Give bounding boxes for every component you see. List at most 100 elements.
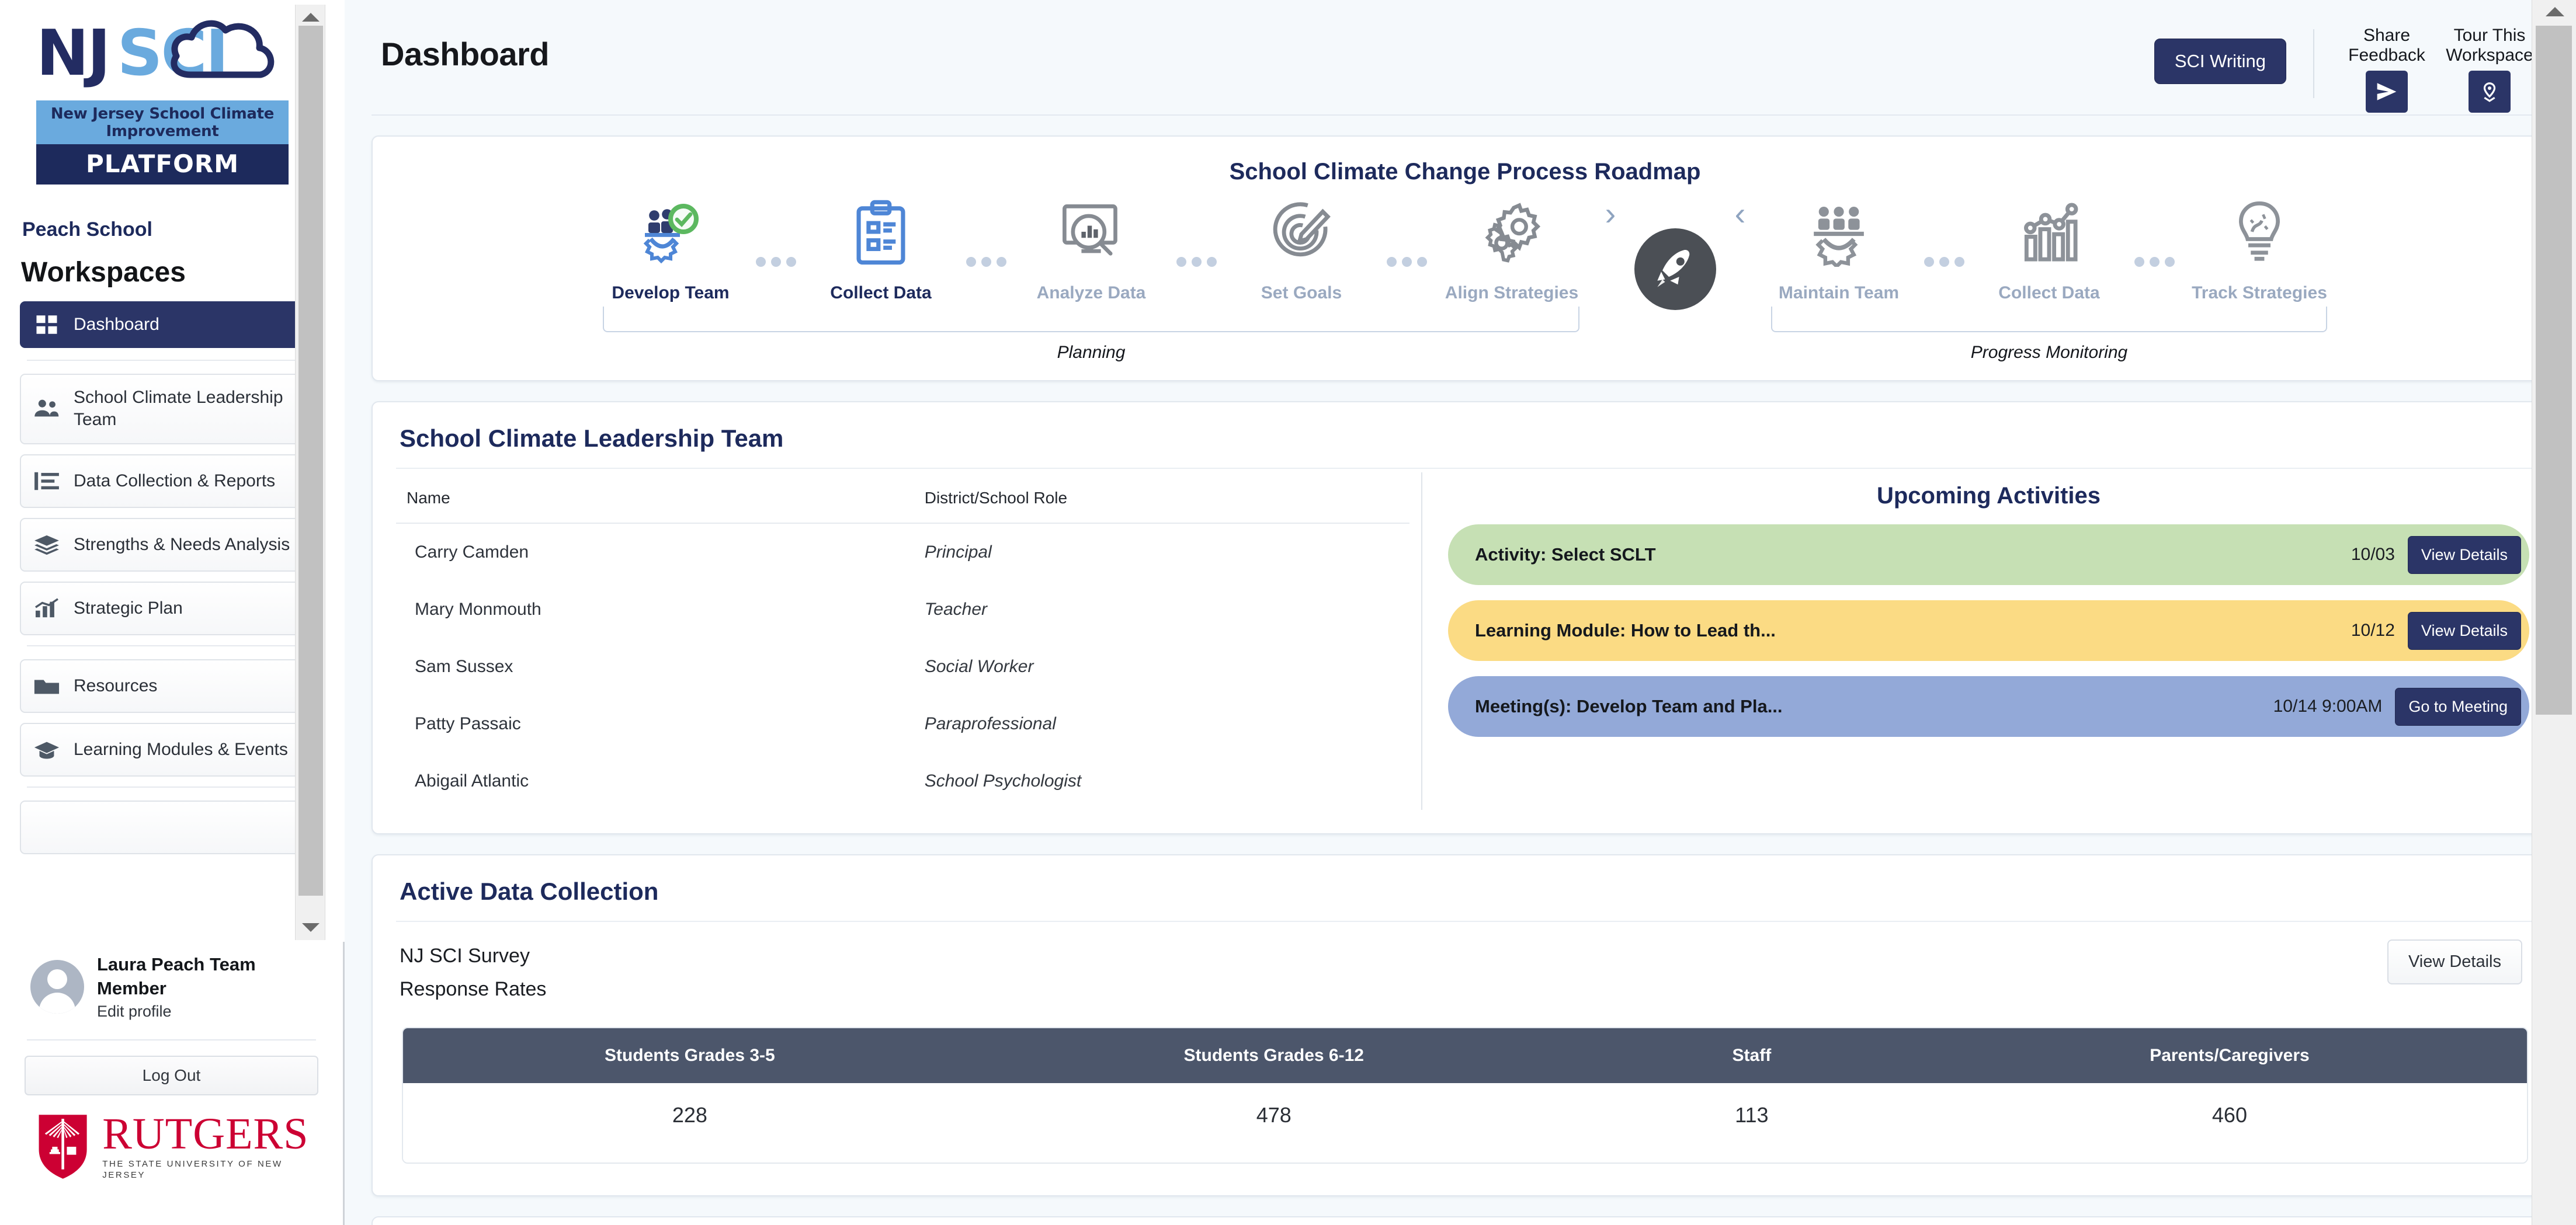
scroll-down-arrow-icon[interactable] [302, 923, 320, 932]
cell-name: Mary Monmouth [415, 600, 541, 619]
upcoming-activities-title: Upcoming Activities [1876, 483, 2101, 509]
team-gear-check-icon [592, 194, 749, 272]
cloud-icon [171, 20, 275, 78]
activity-row: Meeting(s): Develop Team and Pla... 10/1… [1448, 676, 2529, 737]
roadmap-step-maintain-team[interactable]: Maintain Team [1761, 194, 1917, 303]
roadmap-step-analyze-data[interactable]: Analyze Data [1013, 194, 1169, 303]
sidebar-divider-3 [27, 786, 318, 788]
view-details-button[interactable]: View Details [2387, 939, 2522, 984]
view-details-button[interactable]: View Details [2407, 535, 2521, 574]
school-climate-leadership-team-card: School Climate Leadership Team Name Dist… [372, 401, 2558, 834]
rutgers-logo: RUTGERS THE STATE UNIVERSITY OF NEW JERS… [25, 1095, 318, 1182]
activity-name: Learning Module: How to Lead th... [1475, 620, 1776, 641]
sidebar-item-partially-hidden[interactable] [20, 800, 325, 854]
table-row: Abigail Atlantic School Psychologist [396, 753, 1409, 810]
column-header-students-6-12: Students Grades 6-12 [1183, 1046, 1364, 1066]
roadmap-step-label: Set Goals [1261, 283, 1342, 302]
view-details-button[interactable]: View Details [2407, 611, 2521, 650]
scroll-up-arrow-icon[interactable] [2546, 7, 2564, 16]
roadmap-connector-dots [959, 257, 1013, 303]
nj-sci-logo: NJ SCI New Jersey School Climate Improve… [20, 0, 294, 190]
sidebar-item-learning-modules-events[interactable]: Learning Modules & Events [20, 722, 325, 777]
user-name: Laura Peach Team Member [97, 954, 256, 999]
cell-name: Carry Camden [415, 542, 529, 562]
table-row: Patty Passaic Paraprofessional [396, 695, 1409, 753]
user-profile[interactable]: Laura Peach Team Member Edit profile [25, 942, 318, 1026]
cell-role: Social Worker [924, 657, 1034, 676]
planning-bracket [603, 307, 1579, 332]
roadmap-step-label: Collect Data [830, 283, 932, 302]
table-row: Sam Sussex Social Worker [396, 638, 1409, 695]
tour-this-workspace-action[interactable]: Tour This Workspace [2438, 26, 2541, 113]
log-out-button[interactable]: Log Out [25, 1056, 318, 1096]
sidebar-item-school-climate-leadership-team[interactable]: School Climate Leadership Team [20, 374, 325, 444]
table-row: Carry Camden Principal [396, 523, 1409, 581]
chevron-right-icon[interactable]: › [1590, 194, 1631, 278]
rocket-icon[interactable] [1634, 228, 1716, 310]
roadmap-step-set-goals[interactable]: Set Goals [1223, 194, 1380, 303]
go-to-meeting-button[interactable]: Go to Meeting [2395, 687, 2521, 726]
roadmap-connector-dots [1917, 257, 1971, 303]
share-feedback-action[interactable]: Share Feedback [2335, 26, 2438, 113]
column-header-parents-caregivers: Parents/Caregivers [2150, 1046, 2310, 1066]
progress-bracket [1771, 307, 2327, 332]
people-icon [32, 395, 62, 423]
sidebar-item-strengths-needs-analysis[interactable]: Strengths & Needs Analysis [20, 517, 325, 572]
roadmap-step-develop-team[interactable]: Develop Team [592, 194, 749, 303]
sidebar-item-label: Resources [74, 676, 158, 695]
sidebar-item-resources[interactable]: Resources [20, 659, 325, 713]
response-rates-table: Students Grades 3-5 Students Grades 6-12… [402, 1027, 2528, 1164]
roadmap-title: School Climate Change Process Roadmap [1229, 159, 1701, 185]
chart-icon [32, 594, 62, 622]
activity-row: Learning Module: How to Lead th... 10/12… [1448, 600, 2529, 661]
sidebar-divider-1 [27, 360, 318, 361]
cell-name: Abigail Atlantic [415, 771, 529, 791]
chevron-left-icon[interactable]: ‹ [1720, 194, 1761, 278]
cell-name: Sam Sussex [415, 657, 513, 676]
monitor-analyze-icon [1013, 194, 1169, 272]
tour-this-workspace-label: Tour This Workspace [2446, 26, 2533, 65]
paper-plane-icon[interactable] [2366, 71, 2408, 113]
roadmap-connector-dots [1380, 257, 1433, 303]
cell-role: Teacher [924, 600, 988, 619]
table-header-row: Name District/School Role [396, 472, 1409, 524]
target-pencil-icon [1223, 194, 1380, 272]
next-card-partially-visible [372, 1216, 2558, 1225]
sclt-table: Name District/School Role Carry Camden P… [396, 472, 1409, 810]
edit-profile-link[interactable]: Edit profile [97, 1003, 318, 1021]
main-scrollbar[interactable] [2532, 0, 2576, 1225]
page-title: Dashboard [381, 36, 550, 72]
share-feedback-label: Share Feedback [2348, 26, 2425, 65]
roadmap-step-collect-data-planning[interactable]: Collect Data [803, 194, 959, 303]
sclt-title: School Climate Leadership Team [400, 424, 784, 452]
activity-date: 10/14 9:00AM [2273, 697, 2383, 716]
main-scrollbar-thumb[interactable] [2536, 26, 2572, 715]
cell-role: Principal [924, 542, 992, 562]
sidebar-item-data-collection-reports[interactable]: Data Collection & Reports [20, 454, 325, 508]
sci-writing-button[interactable]: SCI Writing [2154, 39, 2286, 84]
rutgers-tagline-1: THE STATE UNIVERSITY [102, 1158, 235, 1169]
logo-subtitle-band: New Jersey School Climate Improvement [36, 100, 289, 144]
roadmap-step-align-strategies[interactable]: Align Strategies [1433, 194, 1590, 303]
rutgers-wordmark: RUTGERS [102, 1109, 309, 1158]
scroll-up-arrow-icon[interactable] [302, 13, 320, 22]
upcoming-activities-panel: Upcoming Activities Activity: Select SCL… [1421, 472, 2534, 810]
rutgers-shield-icon [39, 1115, 87, 1179]
sidebar-item-dashboard[interactable]: Dashboard [20, 301, 325, 348]
roadmap-step-collect-data-progress[interactable]: Collect Data [1971, 194, 2127, 303]
application-window: NJ SCI New Jersey School Climate Improve… [0, 0, 2576, 1225]
sidebar-scrollbar[interactable] [295, 5, 325, 940]
map-pin-download-icon[interactable] [2469, 71, 2511, 113]
graduation-cap-icon [32, 736, 62, 764]
bar-chart-trend-icon [1971, 194, 2127, 272]
lightbulb-strategy-icon [2181, 194, 2338, 272]
sidebar-item-strategic-plan[interactable]: Strategic Plan [20, 581, 325, 635]
cell-role: Paraprofessional [924, 714, 1056, 733]
folder-icon [32, 672, 62, 700]
cell-students-6-12: 478 [1256, 1103, 1292, 1127]
roadmap-step-track-strategies[interactable]: Track Strategies [2181, 194, 2338, 303]
activity-name: Activity: Select SCLT [1475, 544, 1656, 565]
sidebar-scrollbar-thumb[interactable] [298, 26, 323, 896]
sidebar-item-label: Data Collection & Reports [74, 471, 276, 490]
info-icon [32, 813, 62, 841]
